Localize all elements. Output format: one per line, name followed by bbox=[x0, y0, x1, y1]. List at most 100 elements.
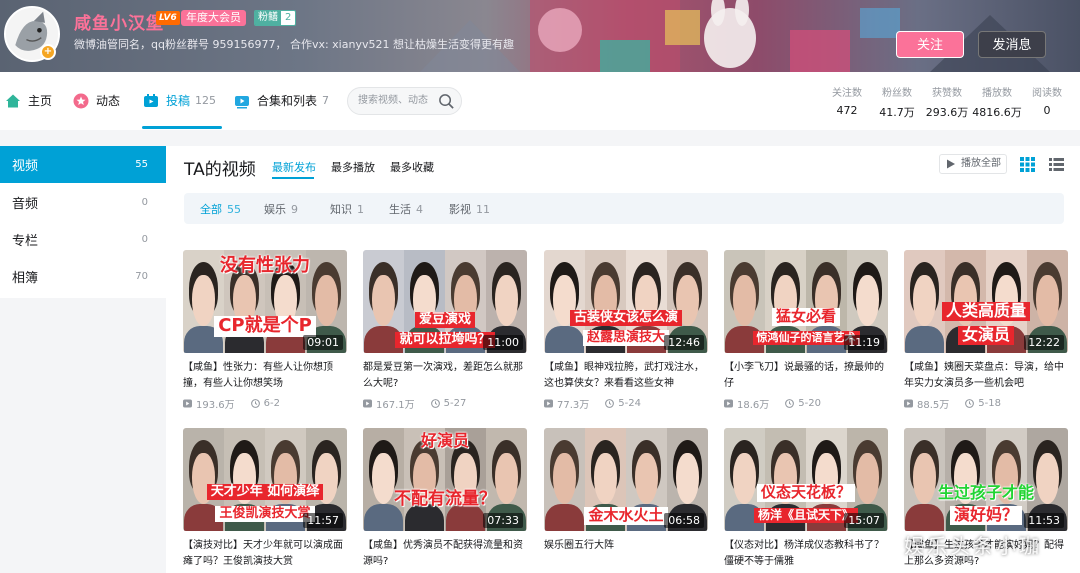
grid-view-icon[interactable] bbox=[1020, 157, 1035, 172]
filter-film[interactable]: 影视 11 bbox=[449, 201, 490, 217]
active-tab-indicator bbox=[142, 126, 222, 129]
caption-text: 女演员 bbox=[957, 326, 1014, 345]
filter-label: 生活 bbox=[389, 203, 411, 216]
stat-reads: 阅读数 0 bbox=[1022, 84, 1072, 120]
video-thumbnail[interactable]: 没有性张力 CP就是个P 09:01 bbox=[183, 250, 347, 353]
filter-entertainment[interactable]: 娱乐 9 bbox=[264, 201, 298, 217]
video-thumbnail[interactable]: 天才少年 如何演绎 王俊凯演技大赏 11:57 bbox=[183, 428, 347, 531]
stat-value: 293.6万 bbox=[925, 106, 969, 119]
play-count-icon bbox=[363, 399, 372, 408]
sidebar-item-articles[interactable]: 专栏 0 bbox=[0, 221, 166, 258]
sort-most-played[interactable]: 最多播放 bbox=[331, 159, 375, 175]
space-page: + 咸鱼小汉堡 LV6 年度大会员 粉鳝 2 微博油管同名，qq粉丝群号 959… bbox=[0, 0, 1080, 573]
video-thumbnail[interactable]: 好演员 不配有流量？ 07:33 bbox=[363, 428, 527, 531]
stat-followers[interactable]: 粉丝数 41.7万 bbox=[872, 84, 922, 120]
play-all-label: 播放全部 bbox=[961, 158, 1001, 169]
video-card[interactable]: 古装侠女该怎么演 赵露思演技大 12:46 【咸鱼】眼神戏拉胯，武打戏注水，这也算侠女… bbox=[544, 250, 708, 411]
caption-text: 古装侠女该怎么演 bbox=[569, 310, 682, 326]
video-upload-icon bbox=[144, 93, 158, 107]
video-card[interactable]: 好演员 不配有流量？ 07:33 【咸鱼】优秀演员不配获得流量和资源吗? bbox=[363, 428, 527, 570]
filter-knowledge[interactable]: 知识 1 bbox=[330, 201, 364, 217]
video-thumbnail[interactable]: 生过孩子才能 演好妈？ 11:53 bbox=[904, 428, 1068, 531]
video-title[interactable]: 【咸鱼】优秀演员不配获得流量和资源吗? bbox=[363, 538, 527, 570]
video-thumbnail[interactable]: 金木水火土 06:58 bbox=[544, 428, 708, 531]
sidebar-item-count: 0 bbox=[141, 234, 148, 245]
filter-count: 11 bbox=[476, 203, 490, 216]
video-title[interactable]: 【仪态对比】杨洋成仪态教科书了？僵硬不等于儒雅 bbox=[724, 538, 888, 570]
stat-plays: 播放数 4816.6万 bbox=[972, 84, 1022, 120]
verified-badge-icon: + bbox=[40, 44, 56, 60]
caption-text: 不配有流量？ bbox=[394, 489, 496, 509]
sidebar-item-videos[interactable]: 视频 55 bbox=[0, 146, 166, 183]
space-search-input[interactable]: 搜索视频、动态 bbox=[347, 87, 462, 115]
play-all-button[interactable]: 播放全部 bbox=[939, 154, 1007, 174]
video-card[interactable]: 天才少年 如何演绎 王俊凯演技大赏 11:57 【演技对比】天才少年就可以演成面瘫了吗… bbox=[183, 428, 347, 570]
sidebar-item-label: 音频 bbox=[12, 197, 39, 212]
sidebar-item-albums[interactable]: 相簿 70 bbox=[0, 258, 166, 295]
video-title[interactable]: 【演技对比】天才少年就可以演成面瘫了吗？王俊凯演技大赏 bbox=[183, 538, 347, 570]
tab-dynamic[interactable]: 动态 bbox=[73, 92, 120, 109]
list-view-icon[interactable] bbox=[1049, 157, 1064, 172]
sort-most-favorited[interactable]: 最多收藏 bbox=[390, 159, 434, 175]
video-duration: 12:22 bbox=[1024, 335, 1064, 350]
sort-latest[interactable]: 最新发布 bbox=[272, 159, 316, 175]
tab-home[interactable]: 主页 bbox=[5, 92, 52, 109]
thumbnail-caption-top: 没有性张力 bbox=[183, 256, 347, 277]
video-title[interactable]: 【小李飞刀】说最骚的话，撩最帅的仔 bbox=[724, 360, 888, 392]
sidebar-item-audio[interactable]: 音频 0 bbox=[0, 184, 166, 221]
thumbnail-caption-top: 生过孩子才能 bbox=[904, 484, 1068, 503]
video-card[interactable]: 猛女必看 惊鸿仙子的语言艺术 11:19 【小李飞刀】说最骚的话，撩最帅的仔 18.6万… bbox=[724, 250, 888, 411]
video-card[interactable]: 人类高质量 女演员 12:22 【咸鱼】姨圈天菜盘点：导演，给中年实力女演员多一些机会… bbox=[904, 250, 1068, 411]
video-card[interactable]: 金木水火土 06:58 娱乐圈五行大阵 bbox=[544, 428, 708, 570]
stat-likes: 获赞数 293.6万 bbox=[922, 84, 972, 120]
tab-collections-count: 7 bbox=[322, 94, 330, 107]
video-title[interactable]: 【咸鱼】姨圈天菜盘点：导演，给中年实力女演员多一些机会吧 bbox=[904, 360, 1068, 392]
video-thumbnail[interactable]: 仪态天花板？ 杨洋《且试天下》 15:07 bbox=[724, 428, 888, 531]
stat-value: 4816.6万 bbox=[972, 106, 1022, 119]
vip-badge[interactable]: 年度大会员 bbox=[181, 10, 246, 26]
video-thumbnail[interactable]: 古装侠女该怎么演 赵露思演技大 12:46 bbox=[544, 250, 708, 353]
sidebar-item-label: 专栏 bbox=[12, 234, 39, 249]
video-thumbnail[interactable]: 爱豆演戏 就可以拉垮吗？ 11:00 bbox=[363, 250, 527, 353]
video-title[interactable]: 【咸鱼】眼神戏拉胯，武打戏注水，这也算侠女？来看看这些女神 bbox=[544, 360, 708, 392]
publish-date: 5-20 bbox=[798, 398, 821, 409]
play-count-icon bbox=[544, 399, 553, 408]
video-card[interactable]: 仪态天花板？ 杨洋《且试天下》 15:07 【仪态对比】杨洋成仪态教科书了？僵硬不等于… bbox=[724, 428, 888, 570]
publish-date: 5-27 bbox=[443, 398, 467, 409]
tab-collections[interactable]: 合集和列表 7 bbox=[234, 92, 329, 109]
video-duration: 15:07 bbox=[844, 513, 884, 528]
video-title[interactable]: 娱乐圈五行大阵 bbox=[544, 538, 708, 570]
video-duration: 11:00 bbox=[483, 335, 523, 350]
filter-label: 知识 bbox=[330, 203, 352, 216]
filter-all[interactable]: 全部 55 bbox=[200, 201, 241, 217]
play-count: 167.1万 bbox=[376, 400, 415, 411]
publish-date: 6-2 bbox=[263, 398, 280, 409]
caption-text: 杨洋《且试天下》 bbox=[753, 508, 858, 523]
thumbnail-caption-top: 爱豆演戏 bbox=[363, 312, 527, 328]
video-title[interactable]: 【咸鱼】性张力：有些人让你想顶撞，有些人让你想笑场 bbox=[183, 360, 347, 392]
play-count: 193.6万 bbox=[196, 400, 235, 411]
play-count: 18.6万 bbox=[737, 400, 770, 411]
follow-button[interactable]: 关注 bbox=[896, 31, 964, 58]
search-icon[interactable] bbox=[438, 93, 455, 110]
caption-text: 演好妈？ bbox=[949, 506, 1022, 525]
tab-uploads[interactable]: 投稿 125 bbox=[143, 92, 216, 109]
username: 咸鱼小汉堡 bbox=[74, 14, 164, 34]
clock-icon bbox=[965, 399, 975, 408]
stat-following[interactable]: 关注数 472 bbox=[822, 84, 872, 120]
video-thumbnail[interactable]: 猛女必看 惊鸿仙子的语言艺术 11:19 bbox=[724, 250, 888, 353]
video-title[interactable]: 都是爱豆第一次演戏，差距怎么就那么大呢? bbox=[363, 360, 527, 392]
video-meta: 88.5万 5-18 bbox=[904, 396, 1068, 411]
filter-life[interactable]: 生活 4 bbox=[389, 201, 423, 217]
message-button[interactable]: 发消息 bbox=[978, 31, 1046, 58]
section-title: TA的视频 bbox=[184, 160, 256, 180]
video-card[interactable]: 没有性张力 CP就是个P 09:01 【咸鱼】性张力：有些人让你想顶撞，有些人让你想笑… bbox=[183, 250, 347, 411]
video-card[interactable]: 爱豆演戏 就可以拉垮吗？ 11:00 都是爱豆第一次演戏，差距怎么就那么大呢? 167.… bbox=[363, 250, 527, 411]
video-meta: 18.6万 5-20 bbox=[724, 396, 888, 411]
clock-icon bbox=[785, 399, 795, 408]
video-thumbnail[interactable]: 人类高质量 女演员 12:22 bbox=[904, 250, 1068, 353]
fan-medal[interactable]: 粉鳝 2 bbox=[254, 10, 297, 26]
thumbnail-caption-bottom: CP就是个P bbox=[183, 316, 347, 337]
play-count-icon bbox=[904, 399, 913, 408]
caption-text: 天才少年 如何演绎 bbox=[206, 484, 324, 500]
